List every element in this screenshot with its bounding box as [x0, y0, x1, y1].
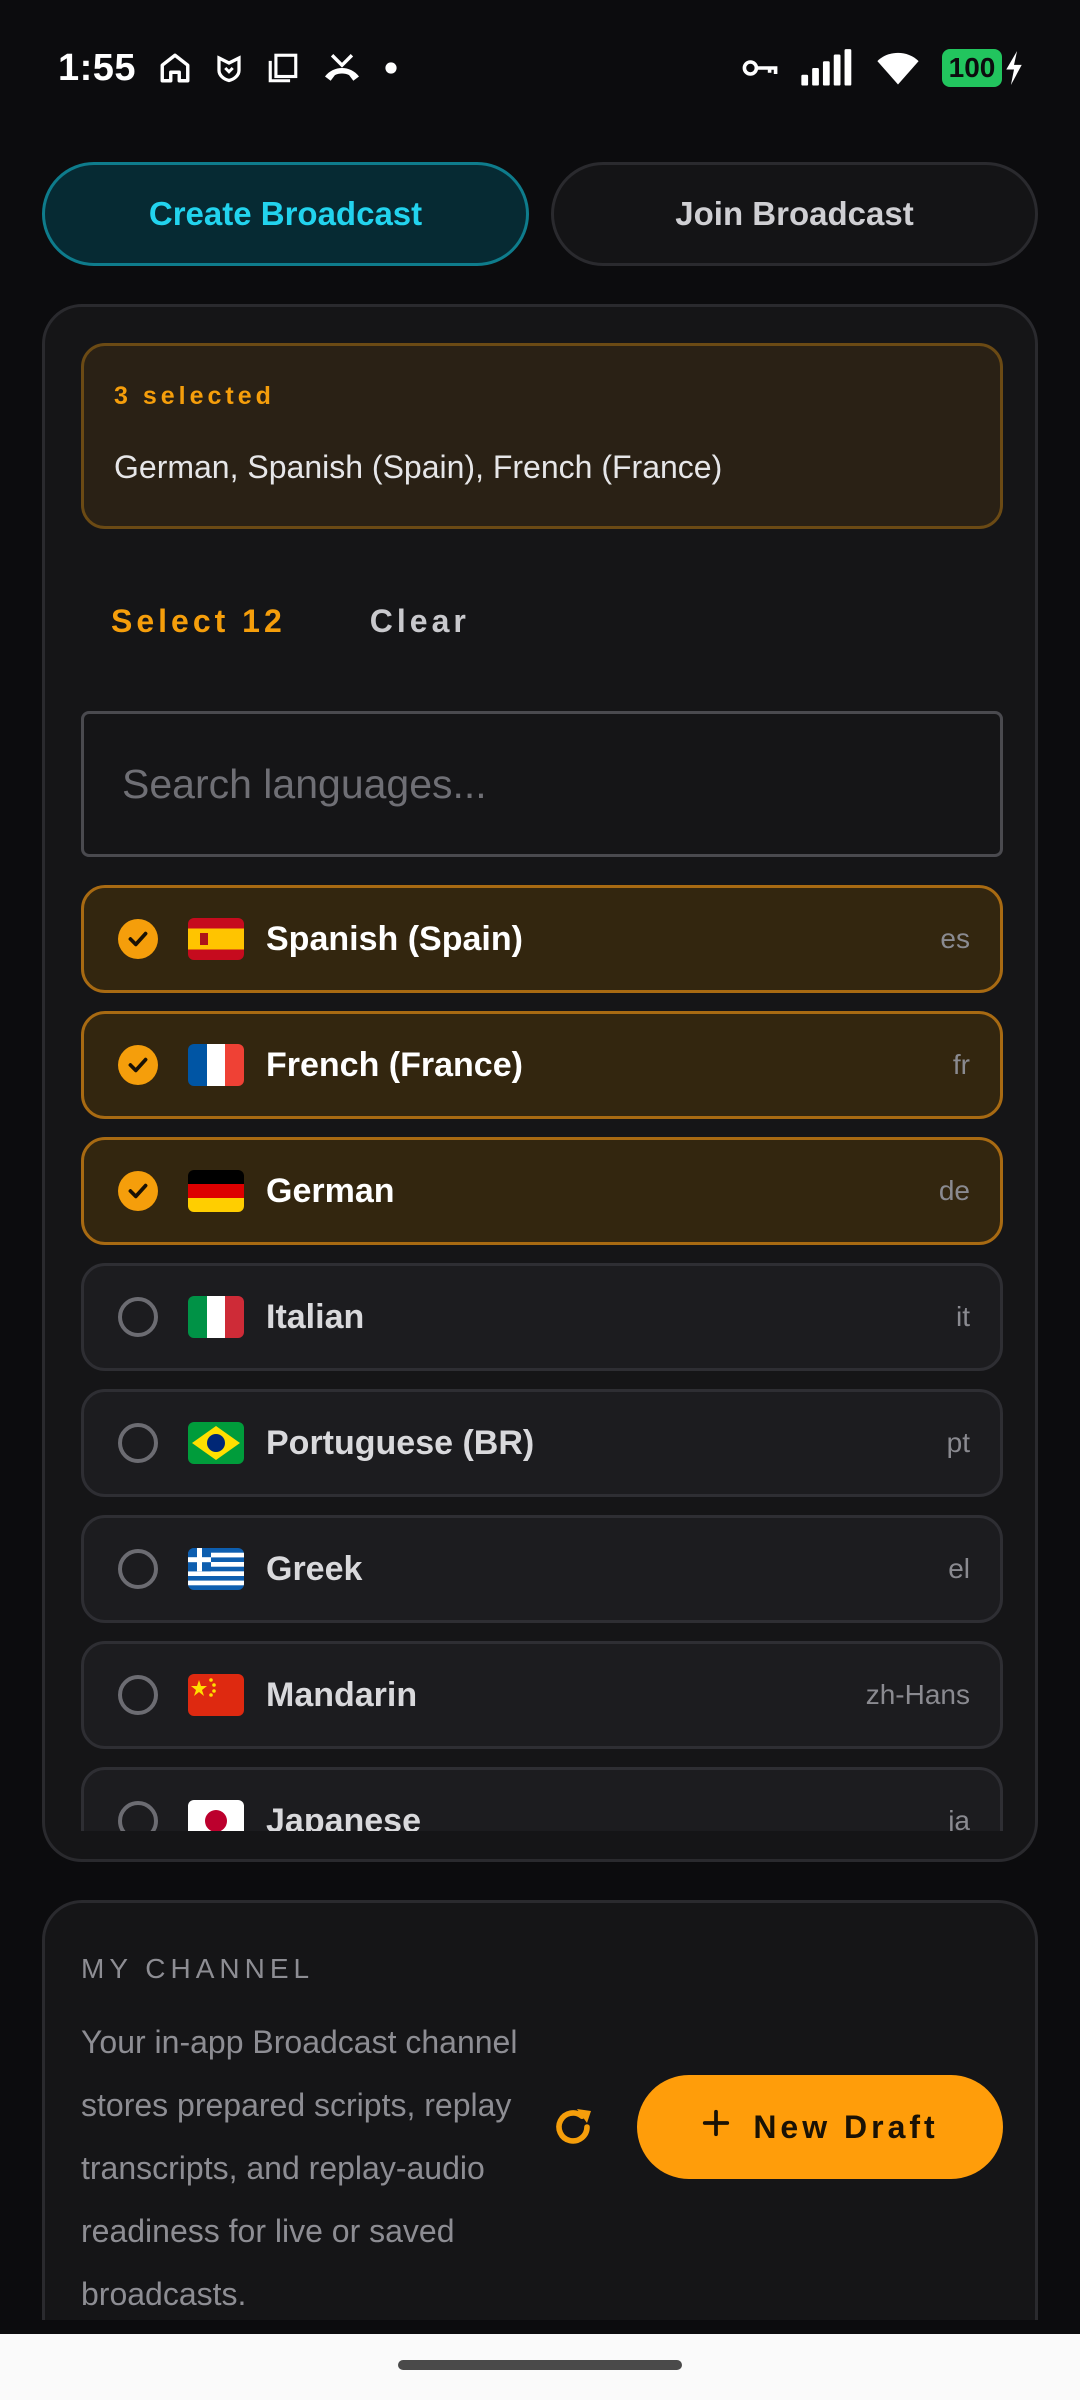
vpn-key-icon: [742, 56, 778, 80]
flag-france-icon: [188, 1044, 244, 1086]
new-draft-label: New Draft: [753, 2108, 939, 2145]
new-draft-button[interactable]: New Draft: [637, 2075, 1003, 2179]
flag-greece-icon: [188, 1548, 244, 1590]
clear-button[interactable]: Clear: [370, 603, 470, 640]
checked-icon: [118, 1045, 158, 1085]
flag-japan-icon: [188, 1800, 244, 1831]
status-left: 1:55: [58, 47, 398, 90]
language-row-portuguese[interactable]: Portuguese (BR) pt: [81, 1389, 1003, 1497]
search-languages-input[interactable]: [81, 711, 1003, 857]
charging-icon: [1004, 51, 1024, 85]
tab-join-broadcast[interactable]: Join Broadcast: [551, 162, 1038, 266]
status-right: 100: [742, 49, 1024, 87]
tab-create-broadcast[interactable]: Create Broadcast: [42, 162, 529, 266]
unchecked-icon: [118, 1423, 158, 1463]
shield-icon: [214, 53, 244, 83]
selected-languages-summary: 3 selected German, Spanish (Spain), Fren…: [81, 343, 1003, 529]
language-name: French (France): [266, 1045, 523, 1084]
language-code: es: [940, 923, 970, 954]
unchecked-icon: [118, 1297, 158, 1337]
checked-icon: [118, 919, 158, 959]
flag-germany-icon: [188, 1170, 244, 1212]
language-name: Japanese: [266, 1801, 421, 1832]
language-row-mandarin[interactable]: Mandarin zh-Hans: [81, 1641, 1003, 1749]
language-code: de: [938, 1175, 970, 1206]
language-code: el: [948, 1553, 970, 1584]
language-name: Greek: [266, 1549, 363, 1588]
selection-actions: Select 12 Clear: [111, 603, 470, 640]
language-row-japanese[interactable]: Japanese ja: [81, 1767, 1003, 1831]
language-name: Mandarin: [266, 1675, 418, 1714]
flag-italy-icon: [188, 1296, 244, 1338]
select-all-button[interactable]: Select 12: [111, 603, 286, 640]
language-code: pt: [946, 1427, 970, 1458]
plus-icon: [701, 2108, 731, 2146]
language-name: German: [266, 1171, 395, 1210]
language-code: zh-Hans: [865, 1679, 970, 1710]
flag-brazil-icon: [188, 1422, 244, 1464]
language-name: Portuguese (BR): [266, 1423, 535, 1462]
broadcast-mode-tabs: Create Broadcast Join Broadcast: [42, 162, 1038, 266]
language-row-spanish[interactable]: Spanish (Spain) es: [81, 885, 1003, 993]
language-row-french[interactable]: French (France) fr: [81, 1011, 1003, 1119]
language-row-german[interactable]: German de: [81, 1137, 1003, 1245]
language-name: Spanish (Spain): [266, 919, 523, 958]
flag-spain-icon: [188, 918, 244, 960]
status-time: 1:55: [58, 46, 137, 89]
missed-call-icon: [322, 51, 362, 85]
language-row-greek[interactable]: Greek el: [81, 1515, 1003, 1623]
language-code: ja: [948, 1805, 970, 1831]
home-indicator[interactable]: [398, 2360, 682, 2370]
selected-languages-list: German, Spanish (Spain), French (France): [114, 449, 723, 485]
unchecked-icon: [118, 1549, 158, 1589]
unchecked-icon: [118, 1675, 158, 1715]
checked-icon: [118, 1171, 158, 1211]
refresh-icon[interactable]: [545, 2099, 601, 2155]
language-code: it: [956, 1301, 970, 1332]
selected-count: 3 selected: [114, 382, 275, 410]
channel-description: Your in-app Broadcast channel stores pre…: [81, 2024, 518, 2312]
copy-icon: [266, 51, 300, 85]
dot-icon: [384, 61, 398, 75]
flag-china-icon: [188, 1674, 244, 1716]
language-code: fr: [952, 1049, 970, 1080]
language-list: Spanish (Spain) es French (France) fr Ge…: [81, 885, 1003, 1831]
signal-icon: [800, 49, 854, 87]
navigation-bar: [0, 2334, 1080, 2400]
home-icon: [158, 51, 192, 85]
my-channel-card: MY CHANNEL Your in-app Broadcast channel…: [42, 1900, 1038, 2320]
unchecked-icon: [118, 1801, 158, 1831]
battery-icon: 100: [942, 49, 1002, 87]
language-name: Italian: [266, 1297, 365, 1336]
wifi-icon: [876, 50, 920, 86]
language-selection-card: 3 selected German, Spanish (Spain), Fren…: [42, 304, 1038, 1862]
language-row-italian[interactable]: Italian it: [81, 1263, 1003, 1371]
channel-title: MY CHANNEL: [81, 1953, 315, 1984]
status-bar: 1:55 100: [0, 0, 1080, 136]
